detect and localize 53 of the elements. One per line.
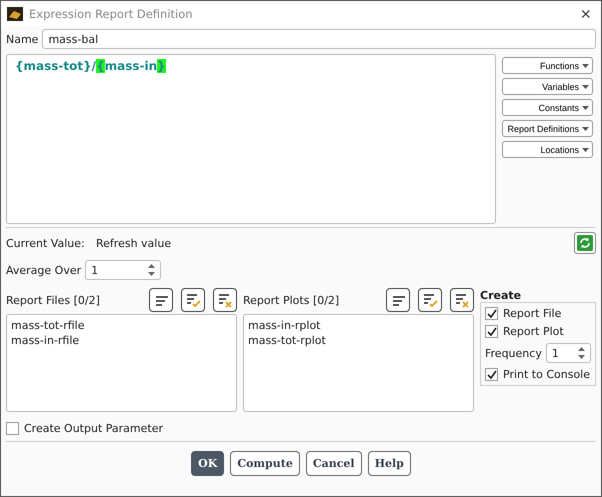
checkbox[interactable]: [485, 307, 498, 320]
deselect-cross-icon[interactable]: [213, 288, 237, 312]
app-logo-icon: [7, 7, 23, 21]
caret-icon: [582, 64, 589, 68]
list-title: Report Files [0/2]: [6, 294, 101, 306]
dropdown-button[interactable]: Locations: [502, 141, 593, 158]
expression-editor[interactable]: {mass-tot}/{mass-in}: [6, 54, 496, 224]
dropdown-button[interactable]: Constants: [502, 99, 593, 116]
frequency-label: Frequency: [485, 346, 542, 360]
list-item[interactable]: mass-in-rfile: [11, 333, 232, 348]
dialog-button[interactable]: Compute: [230, 451, 300, 476]
dialog-button[interactable]: OK: [191, 451, 224, 476]
close-button[interactable]: ×: [578, 5, 593, 23]
checkbox[interactable]: [485, 325, 498, 338]
refresh-icon[interactable]: [574, 232, 596, 254]
list-title: Report Plots [0/2]: [243, 294, 340, 306]
average-over-label: Average Over: [6, 264, 82, 276]
caret-icon: [582, 126, 589, 130]
list-box[interactable]: mass-tot-rfile mass-in-rfile: [6, 314, 237, 412]
checkbox-label: Report File: [503, 307, 562, 320]
checkbox[interactable]: [485, 368, 498, 381]
select-check-icon[interactable]: [181, 288, 205, 312]
select-check-icon[interactable]: [418, 288, 442, 312]
spinner-arrows-icon[interactable]: [577, 346, 586, 360]
number-field[interactable]: 1: [85, 260, 162, 280]
caret-icon: [582, 106, 589, 110]
create-title: Create: [480, 289, 522, 302]
current-value-label: Current Value:: [6, 236, 86, 250]
name-label: Name: [6, 32, 38, 46]
deselect-cross-icon[interactable]: [450, 288, 474, 312]
dropdown-button[interactable]: Variables: [502, 78, 593, 95]
list-item[interactable]: mass-tot-rplot: [248, 333, 469, 348]
dialog-button[interactable]: Help: [368, 451, 411, 476]
list-item[interactable]: mass-in-rplot: [248, 318, 469, 333]
checkbox-label: Report Plot: [503, 325, 564, 338]
list-box[interactable]: mass-in-rplot mass-tot-rplot: [243, 314, 474, 412]
checkbox-label: Print to Console: [503, 368, 590, 381]
window-title: Expression Report Definition: [29, 7, 194, 21]
dialog-button[interactable]: Cancel: [306, 451, 362, 476]
select-all-icon[interactable]: [386, 288, 410, 312]
select-all-icon[interactable]: [149, 288, 173, 312]
checkbox-label: Create Output Parameter: [24, 422, 163, 435]
spinner-arrows-icon[interactable]: [147, 263, 156, 277]
dropdown-button[interactable]: Report Definitions: [502, 120, 593, 137]
caret-icon: [582, 84, 589, 88]
number-field[interactable]: 1: [546, 343, 591, 363]
current-value-text: Refresh value: [96, 236, 172, 250]
name-field[interactable]: mass-bal: [42, 29, 596, 49]
caret-icon: [582, 148, 589, 152]
list-item[interactable]: mass-tot-rfile: [11, 318, 232, 333]
checkbox[interactable]: [6, 422, 19, 435]
expression-text: {mass-tot}/{mass-in}: [15, 59, 166, 73]
dropdown-button[interactable]: Functions: [502, 57, 593, 74]
